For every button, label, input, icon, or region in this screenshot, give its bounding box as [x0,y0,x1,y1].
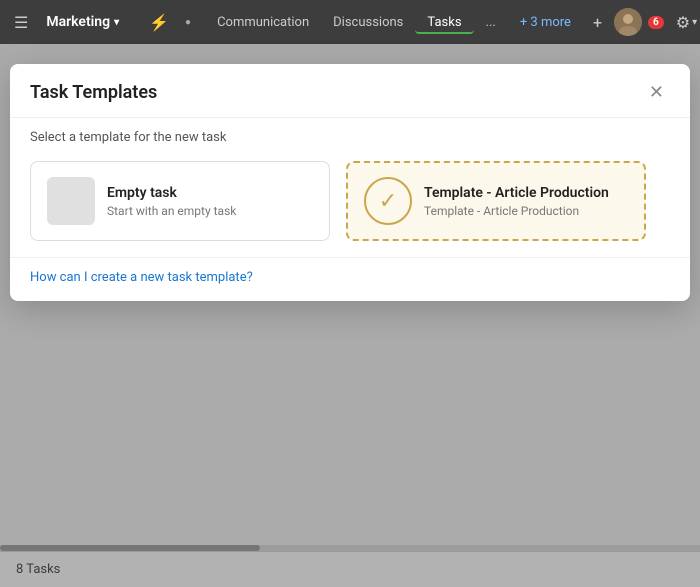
article-template-name: Template - Article Production [424,185,628,201]
modal-close-button[interactable]: ✕ [643,80,670,105]
bolt-icon[interactable]: ⚡ [143,9,175,36]
modal-header: Task Templates ✕ [10,64,690,118]
avatar[interactable] [614,8,642,36]
empty-task-name: Empty task [107,185,313,201]
modal-subtitle: Select a template for the new task [10,118,690,153]
modal-title: Task Templates [30,82,157,103]
help-link[interactable]: How can I create a new task template? [30,270,253,285]
menu-icon[interactable]: ☰ [8,9,34,36]
topbar-nav: Communication Discussions Tasks ... + 3 … [205,11,583,34]
dot-icon[interactable]: ● [179,13,197,32]
topbar: ☰ Marketing ▾ ⚡ ● Communication Discussi… [0,0,700,44]
settings-button[interactable]: ⚙ ▾ [670,9,700,36]
empty-task-info: Empty task Start with an empty task [107,185,313,218]
nav-item-more[interactable]: + 3 more [508,11,583,34]
article-template-info: Template - Article Production Template -… [424,185,628,218]
nav-item-more-dots[interactable]: ... [474,11,508,34]
template-card-empty[interactable]: Empty task Start with an empty task [30,161,330,241]
task-templates-modal: Task Templates ✕ Select a template for t… [10,64,690,301]
modal-overlay: Task Templates ✕ Select a template for t… [0,44,700,587]
modal-body: Empty task Start with an empty task ✓ Te… [10,153,690,257]
page-background: Task Templates ✕ Select a template for t… [0,44,700,587]
template-card-article[interactable]: ✓ Template - Article Production Template… [346,161,646,241]
modal-footer: How can I create a new task template? [10,257,690,301]
project-selector[interactable]: Marketing ▾ [38,10,127,34]
topbar-right: + 6 ⚙ ▾ [587,8,700,36]
project-chevron-icon: ▾ [114,17,119,28]
project-name: Marketing [46,14,110,30]
selected-check-icon: ✓ [364,177,412,225]
nav-item-tasks[interactable]: Tasks [415,11,473,34]
nav-item-communication[interactable]: Communication [205,11,321,34]
empty-task-icon [47,177,95,225]
settings-icon: ⚙ [676,13,690,32]
article-template-desc: Template - Article Production [424,204,628,218]
nav-item-discussions[interactable]: Discussions [321,11,415,34]
add-icon[interactable]: + [587,9,608,36]
template-grid: Empty task Start with an empty task ✓ Te… [30,161,670,241]
empty-task-desc: Start with an empty task [107,204,313,218]
notification-badge[interactable]: 6 [648,16,664,29]
settings-chevron-icon: ▾ [692,17,697,28]
